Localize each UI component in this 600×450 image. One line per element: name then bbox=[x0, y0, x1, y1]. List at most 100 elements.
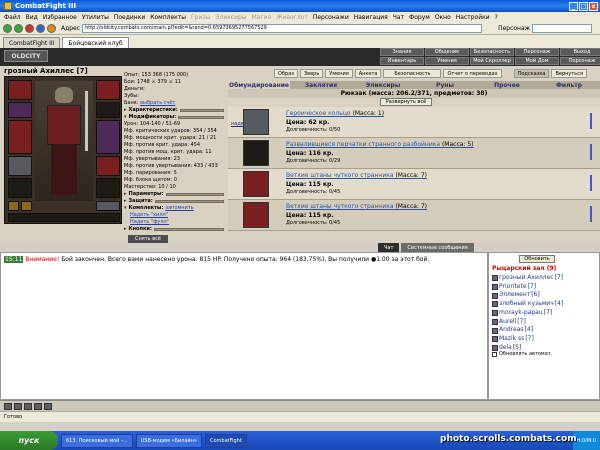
tab-system-messages[interactable]: Системные сообщения bbox=[401, 243, 474, 252]
slot-armor[interactable] bbox=[8, 178, 32, 198]
menu-fights[interactable]: Поединки bbox=[114, 14, 145, 21]
tab-elixirs[interactable]: Эликсиры bbox=[352, 81, 414, 89]
menu-kits[interactable]: Комплекты bbox=[150, 14, 186, 21]
item-name[interactable]: Ветхие штаны чуткого странника (Масса: 7… bbox=[286, 172, 427, 179]
item-name[interactable]: Героическое кольцо (Масса: 1) bbox=[286, 110, 384, 117]
translit-icon[interactable] bbox=[14, 402, 22, 410]
user-name[interactable]: Эллемент bbox=[499, 291, 530, 300]
nav-inventory[interactable]: Инвентарь bbox=[380, 57, 424, 65]
user-name[interactable]: Mazik ss bbox=[499, 335, 524, 344]
player-name[interactable]: грозный Ахиллес [7] bbox=[4, 67, 88, 75]
slot-ring-2[interactable] bbox=[21, 201, 32, 211]
forward-icon[interactable] bbox=[14, 23, 23, 33]
nav-character-2[interactable]: Персонаж bbox=[560, 57, 600, 65]
nav-exit[interactable]: Выход bbox=[560, 48, 600, 56]
security-button[interactable]: Безопасность bbox=[383, 69, 442, 78]
section-defense[interactable]: ▸ Защита: bbox=[124, 198, 224, 205]
slot-bracer[interactable] bbox=[8, 156, 32, 176]
url-input[interactable] bbox=[82, 23, 483, 33]
slot-weapon[interactable] bbox=[8, 120, 32, 154]
hint-button[interactable]: Подсказка bbox=[513, 69, 550, 78]
user-name[interactable]: Aurell bbox=[499, 318, 516, 327]
section-modifiers[interactable]: ▾ Модификаторы: bbox=[124, 114, 224, 121]
menu-window[interactable]: Окно bbox=[435, 14, 451, 21]
item-name-text[interactable]: Ветхие штаны чуткого странника bbox=[286, 172, 394, 179]
tab-runes[interactable]: Руны bbox=[414, 81, 476, 89]
slot-legs[interactable] bbox=[96, 178, 120, 198]
kit-heal-link[interactable]: Надеть "хилл" bbox=[124, 212, 224, 219]
tab-combatfight[interactable]: CombatFight III bbox=[3, 37, 61, 48]
tab-chat[interactable]: Чат bbox=[378, 243, 400, 252]
kits-remember-link[interactable]: запомнить bbox=[165, 205, 193, 212]
taskbar-item[interactable]: USB-модем «Билайн» bbox=[135, 433, 202, 448]
smile-icon[interactable] bbox=[4, 402, 12, 410]
section-characteristics[interactable]: ▸ Характеристики: bbox=[124, 107, 224, 114]
character-search-input[interactable] bbox=[532, 23, 593, 33]
list-item[interactable]: Mazik ss [7] bbox=[492, 335, 563, 344]
nav-my-house[interactable]: Мой Дом bbox=[515, 57, 559, 65]
refresh-button[interactable]: Обновить bbox=[519, 255, 555, 263]
item-name[interactable]: Ветхие штаны чуткого странника (Масса: 7… bbox=[286, 203, 427, 210]
slot-earrings[interactable] bbox=[96, 80, 120, 100]
menu-grizy[interactable]: Гризы bbox=[191, 14, 210, 21]
auto-refresh-toggle[interactable]: Обновлять автомат. bbox=[492, 351, 552, 357]
bank-select-link[interactable]: выбрать счёт bbox=[140, 100, 175, 106]
section-params[interactable]: ▸ Параметры: bbox=[124, 191, 224, 198]
slot-helmet[interactable] bbox=[8, 80, 32, 100]
refresh-icon[interactable] bbox=[36, 23, 45, 33]
ring-item-image[interactable] bbox=[243, 109, 269, 135]
item-name-text[interactable]: Героическое кольцо bbox=[286, 110, 351, 117]
kit-full-link[interactable]: Надеть "фулл" bbox=[124, 219, 224, 226]
user-name[interactable]: Andreas bbox=[499, 326, 524, 335]
expand-all-button[interactable]: Развернуть всё bbox=[380, 98, 432, 106]
list-item[interactable]: morayk-papau [7] bbox=[492, 309, 563, 318]
taskbar-item[interactable]: CombatFight bbox=[204, 433, 247, 448]
slot-shield[interactable] bbox=[96, 120, 120, 154]
slot-boots[interactable] bbox=[96, 201, 120, 211]
nav-character[interactable]: Персонаж bbox=[515, 48, 559, 56]
slot-gloves[interactable] bbox=[96, 102, 120, 118]
profile-button[interactable]: Анкета bbox=[354, 69, 382, 78]
image-button[interactable]: Образ bbox=[274, 69, 298, 78]
pants-item-image[interactable] bbox=[243, 171, 269, 197]
nav-social[interactable]: Общение bbox=[425, 48, 469, 56]
nav-security[interactable]: Безопасность bbox=[470, 48, 514, 56]
home-icon[interactable] bbox=[47, 23, 56, 33]
section-kits[interactable]: ▾ Комплекты: запомнить bbox=[124, 205, 224, 212]
list-item[interactable]: Andreas [4] bbox=[492, 326, 563, 335]
item-name[interactable]: Развалившиеся перчатки странного разбойн… bbox=[286, 141, 474, 148]
item-name-text[interactable]: Ветхие штаны чуткого странника bbox=[286, 203, 394, 210]
filter-icon[interactable] bbox=[34, 402, 42, 410]
menu-navigation[interactable]: Навигация bbox=[354, 14, 388, 21]
item-name-text[interactable]: Развалившиеся перчатки странного разбойн… bbox=[286, 141, 440, 148]
menu-magic[interactable]: Магия bbox=[252, 14, 272, 21]
clear-icon[interactable] bbox=[24, 402, 32, 410]
menu-characters[interactable]: Персонажи bbox=[313, 14, 349, 21]
menu-favorites[interactable]: Избранное bbox=[43, 14, 77, 21]
item-scroll-indicator[interactable] bbox=[590, 175, 592, 191]
slot-ring-1[interactable] bbox=[8, 201, 19, 211]
tab-filter[interactable]: Фильтр bbox=[538, 81, 600, 89]
nav-knowledge[interactable]: Знания bbox=[380, 48, 424, 56]
menu-view[interactable]: Вид bbox=[26, 14, 38, 21]
skills-button[interactable]: Умения bbox=[325, 69, 353, 78]
minimize-button[interactable]: _ bbox=[569, 1, 578, 11]
pants-item-image[interactable] bbox=[243, 202, 269, 228]
slot-amulet[interactable] bbox=[8, 102, 32, 118]
maximize-button[interactable]: □ bbox=[579, 1, 588, 11]
return-button[interactable]: Вернуться bbox=[551, 69, 587, 78]
auto-refresh-checkbox[interactable] bbox=[492, 351, 497, 357]
transfers-report-button[interactable]: Отчет о переводах bbox=[443, 69, 502, 78]
item-scroll-indicator[interactable] bbox=[590, 206, 592, 222]
list-item[interactable]: Prioritete [7] bbox=[492, 283, 563, 292]
item-scroll-indicator[interactable] bbox=[590, 113, 592, 129]
nav-skills[interactable]: Умения bbox=[425, 57, 469, 65]
user-name[interactable]: злобный кузьмич bbox=[499, 300, 554, 309]
chat-log[interactable]: 15:11 Внимание! Бой закончен. Всего вами… bbox=[0, 252, 488, 400]
tab-equipment[interactable]: Обмундирование bbox=[228, 81, 290, 89]
section-buttons[interactable]: ▸ Кнопки: bbox=[124, 226, 224, 233]
pet-button[interactable]: Зверь bbox=[299, 69, 324, 78]
menu-settings[interactable]: Настройки bbox=[456, 14, 490, 21]
tab-spells[interactable]: Заклятия bbox=[290, 81, 352, 89]
user-name[interactable]: morayk-papau bbox=[499, 309, 543, 318]
